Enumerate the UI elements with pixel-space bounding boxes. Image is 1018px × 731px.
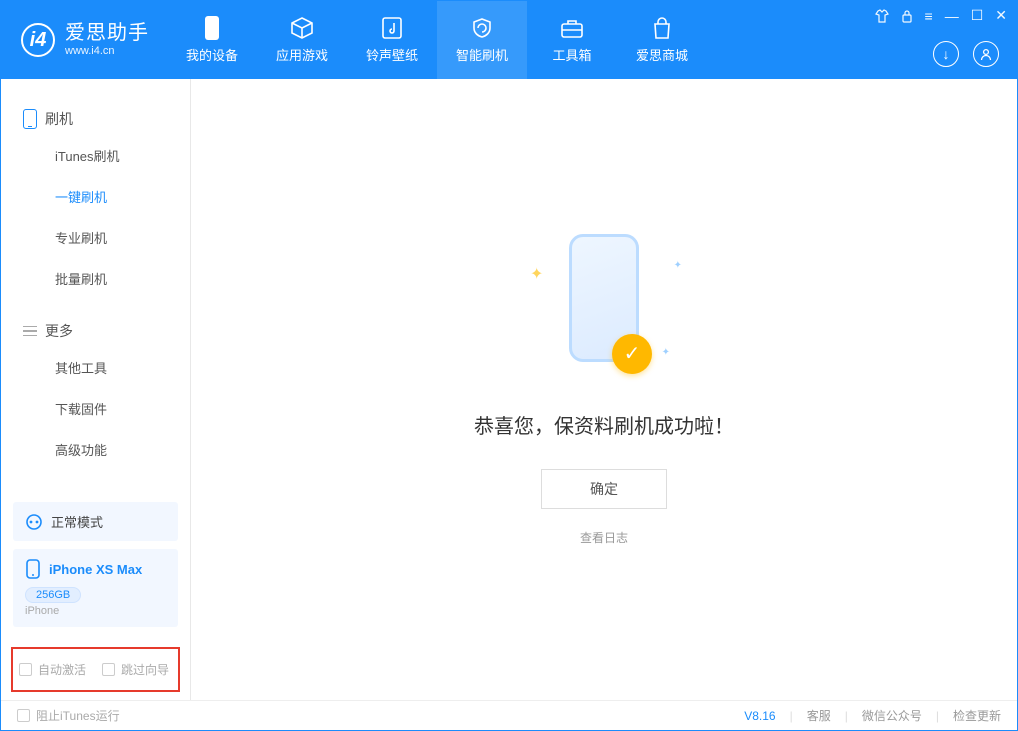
app-subtitle: www.i4.cn [65, 45, 149, 58]
device-storage: 256GB [25, 587, 81, 603]
sidebar-item-batch-flash[interactable]: 批量刷机 [1, 258, 190, 299]
music-note-icon [380, 16, 404, 40]
top-nav: 我的设备 应用游戏 铃声壁纸 智能刷机 工具箱 爱思商城 [167, 1, 707, 79]
menu-icon[interactable]: ≡ [925, 8, 933, 24]
close-button[interactable]: ✕ [995, 7, 1007, 24]
sidebar-item-itunes-flash[interactable]: iTunes刷机 [1, 135, 190, 176]
sidebar-item-download-firmware[interactable]: 下载固件 [1, 388, 190, 429]
logo-icon: i4 [21, 23, 55, 57]
device-phone-icon [25, 559, 41, 579]
sidebar-item-pro-flash[interactable]: 专业刷机 [1, 217, 190, 258]
sidebar-item-advanced[interactable]: 高级功能 [1, 429, 190, 470]
sparkle-icon: ✦ [530, 264, 543, 284]
checkbox-block-itunes[interactable]: 阻止iTunes运行 [17, 707, 120, 724]
checkbox-icon [17, 709, 30, 722]
header: i4 爱思助手 www.i4.cn 我的设备 应用游戏 铃声壁纸 智能刷机 工具… [1, 1, 1017, 79]
nav-store[interactable]: 爱思商城 [617, 1, 707, 79]
shirt-icon[interactable] [875, 9, 889, 23]
main-panel: ✦ ✦ ✦ ✓ 恭喜您，保资料刷机成功啦！ 确定 查看日志 [191, 79, 1017, 700]
sync-icon [25, 513, 43, 531]
device-info-card[interactable]: iPhone XS Max 256GB iPhone [13, 549, 178, 627]
check-badge-icon: ✓ [612, 334, 652, 374]
phone-icon [200, 16, 224, 40]
view-log-link[interactable]: 查看日志 [580, 529, 628, 546]
bag-icon [650, 16, 674, 40]
version-label: V8.16 [744, 709, 775, 723]
sparkle-icon: ✦ [662, 347, 670, 358]
success-illustration: ✦ ✦ ✦ ✓ [524, 234, 684, 384]
highlight-options-box: 自动激活 跳过向导 [11, 647, 180, 692]
footer-check-update-link[interactable]: 检查更新 [953, 707, 1001, 724]
lock-icon[interactable] [901, 9, 913, 23]
cube-icon [290, 16, 314, 40]
device-mode-card[interactable]: 正常模式 [13, 502, 178, 541]
ok-button[interactable]: 确定 [541, 469, 667, 509]
sidebar-item-onekey-flash[interactable]: 一键刷机 [1, 176, 190, 217]
device-family: iPhone [25, 605, 166, 617]
list-icon [23, 326, 37, 337]
nav-toolbox[interactable]: 工具箱 [527, 1, 617, 79]
device-mode-label: 正常模式 [51, 512, 103, 531]
sidebar: 刷机 iTunes刷机 一键刷机 专业刷机 批量刷机 更多 其他工具 下载固件 … [1, 79, 191, 700]
minimize-button[interactable]: — [945, 8, 959, 24]
app-title: 爱思助手 [65, 22, 149, 45]
nav-my-device[interactable]: 我的设备 [167, 1, 257, 79]
checkbox-icon [19, 663, 32, 676]
sparkle-icon: ✦ [674, 260, 682, 271]
footer-support-link[interactable]: 客服 [807, 707, 831, 724]
logo-block: i4 爱思助手 www.i4.cn [1, 1, 167, 79]
refresh-shield-icon [470, 16, 494, 40]
footer-wechat-link[interactable]: 微信公众号 [862, 707, 922, 724]
phone-small-icon [23, 109, 37, 129]
checkbox-auto-activate[interactable]: 自动激活 [19, 661, 86, 678]
nav-flash[interactable]: 智能刷机 [437, 1, 527, 79]
sidebar-group-flash: 刷机 [1, 103, 190, 135]
nav-ringtones[interactable]: 铃声壁纸 [347, 1, 437, 79]
maximize-button[interactable]: ☐ [971, 7, 984, 24]
footer: 阻止iTunes运行 V8.16 | 客服 | 微信公众号 | 检查更新 [1, 700, 1017, 730]
sidebar-group-more: 更多 [1, 315, 190, 347]
toolbox-icon [560, 16, 584, 40]
download-icon[interactable]: ↓ [933, 41, 959, 67]
sidebar-item-other-tools[interactable]: 其他工具 [1, 347, 190, 388]
window-controls: ≡ — ☐ ✕ [875, 7, 1007, 24]
user-icon[interactable] [973, 41, 999, 67]
device-name: iPhone XS Max [49, 562, 142, 577]
checkbox-icon [102, 663, 115, 676]
checkbox-skip-guide[interactable]: 跳过向导 [102, 661, 169, 678]
nav-apps[interactable]: 应用游戏 [257, 1, 347, 79]
success-message: 恭喜您，保资料刷机成功啦！ [474, 410, 734, 439]
